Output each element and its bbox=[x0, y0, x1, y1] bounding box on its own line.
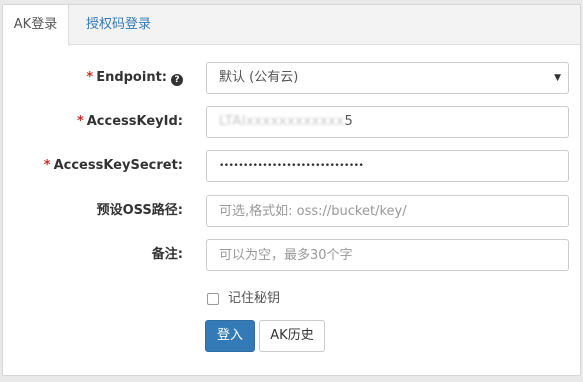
caret-down-icon: ▼ bbox=[554, 73, 561, 83]
tab-ak-login[interactable]: AK登录 bbox=[3, 5, 69, 46]
required-mark: * bbox=[86, 70, 94, 85]
access-key-secret-input[interactable]: •••••••••••••••••••••••••••••• bbox=[206, 150, 569, 182]
access-key-id-label: * AccessKeyId: bbox=[76, 114, 183, 129]
question-circle-icon[interactable]: ? bbox=[171, 74, 183, 86]
oss-path-input[interactable] bbox=[206, 195, 569, 227]
remark-label: 备注: bbox=[151, 247, 183, 262]
access-key-id-suffix: 5 bbox=[344, 114, 353, 129]
access-key-id-row: * AccessKeyId: LTAIxxxxxxxxxxxx5 bbox=[3, 106, 580, 138]
login-panel: AK登录 授权码登录 * Endpoint:? 默认 (公有云) ▼ * Acces… bbox=[2, 4, 581, 376]
endpoint-label: * Endpoint:? bbox=[86, 62, 183, 94]
access-key-id-input[interactable]: LTAIxxxxxxxxxxxx5 bbox=[206, 106, 569, 138]
remark-row: 备注: bbox=[3, 239, 580, 271]
remember-secret-checkbox[interactable] bbox=[207, 293, 219, 305]
access-key-secret-row: * AccessKeySecret: ••••••••••••••••••••••… bbox=[3, 150, 580, 182]
oss-path-row: 预设OSS路径: bbox=[3, 195, 580, 227]
remember-secret-label: 记住秘钥 bbox=[228, 291, 281, 306]
endpoint-selected-value: 默认 (公有云) bbox=[206, 62, 569, 94]
remark-input[interactable] bbox=[206, 239, 569, 271]
login-button[interactable]: 登入 bbox=[205, 320, 255, 352]
endpoint-select[interactable]: 默认 (公有云) ▼ bbox=[206, 62, 569, 94]
redacted-key-text: LTAIxxxxxxxxxxxx bbox=[219, 114, 345, 129]
login-tab-bar: AK登录 授权码登录 bbox=[3, 5, 580, 46]
ak-history-button[interactable]: AK历史 bbox=[259, 320, 325, 352]
endpoint-row: * Endpoint:? 默认 (公有云) ▼ bbox=[3, 62, 580, 94]
access-key-secret-label: * AccessKeySecret: bbox=[43, 158, 183, 173]
oss-path-label: 预设OSS路径: bbox=[96, 203, 183, 218]
tab-auth-code-login[interactable]: 授权码登录 bbox=[86, 5, 151, 45]
